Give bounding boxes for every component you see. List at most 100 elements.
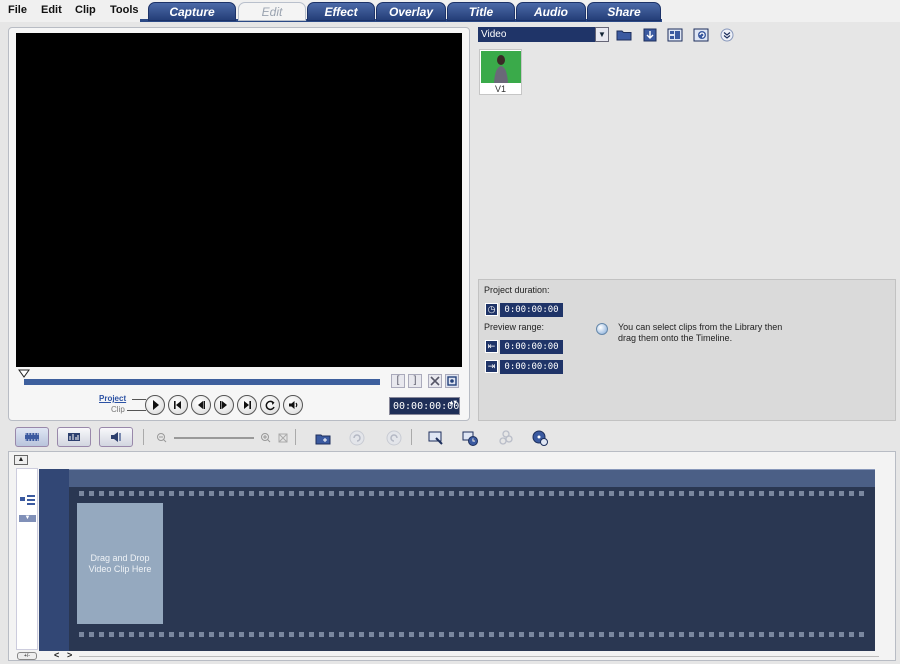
toolbar-separator (143, 429, 144, 445)
play-button[interactable] (145, 395, 165, 415)
mode-connector (127, 410, 146, 411)
tab-capture[interactable]: Capture (148, 2, 236, 21)
film-sprocket-top (79, 491, 869, 496)
audio-view-icon (111, 432, 121, 442)
repeat-icon (265, 400, 275, 411)
repeat-button[interactable] (260, 395, 280, 415)
clock-icon: ◷ (485, 303, 498, 316)
timeline-panel: ▲ ▼ ▲ Drag and Drop Video Clip Here +/- … (8, 451, 896, 661)
toolbar-separator (411, 429, 412, 445)
drop-zone-text: Drag and Drop Video Clip Here (88, 552, 152, 574)
play-icon (153, 400, 159, 410)
scrub-marker-icon[interactable] (18, 369, 30, 379)
previous-frame-icon (198, 401, 205, 409)
tab-overlay[interactable]: Overlay (376, 2, 446, 21)
hint-text: You can select clips from the Library th… (618, 322, 783, 343)
fit-project-icon[interactable] (274, 429, 292, 447)
previous-frame-button[interactable] (191, 395, 211, 415)
smart-proxy-icon[interactable] (427, 429, 445, 447)
library-manager-icon[interactable] (666, 26, 684, 44)
range-end-icon: ⇥ (485, 360, 498, 373)
zoom-in-icon[interactable] (257, 429, 275, 447)
storyboard-view-icon (25, 433, 39, 441)
mark-in-button[interactable]: [ (391, 374, 405, 388)
chapter-point-icon[interactable] (461, 429, 479, 447)
timeline-zoom-button[interactable]: +/- (17, 652, 37, 660)
end-button[interactable] (237, 395, 257, 415)
home-button[interactable] (168, 395, 188, 415)
tab-effect[interactable]: Effect (307, 2, 375, 21)
person-silhouette-icon (494, 55, 508, 83)
insert-media-icon[interactable] (314, 429, 332, 447)
film-sprocket-bottom (79, 632, 869, 637)
timeline-toolbar (0, 427, 900, 449)
tab-share[interactable]: Share (587, 2, 661, 21)
menu-tools[interactable]: Tools (110, 4, 139, 16)
mode-project[interactable]: Project (99, 394, 126, 403)
scroll-track[interactable] (79, 656, 879, 657)
range-start-value: 0:00:00:00 (500, 340, 563, 354)
tab-audio[interactable]: Audio (516, 2, 586, 21)
audio-view-button[interactable] (99, 427, 133, 447)
volume-icon (289, 401, 298, 409)
clip-thumbnail-image (481, 51, 521, 83)
redo-icon[interactable] (385, 429, 403, 447)
timecode-display[interactable]: 00:00:00:00 ▲▼ (389, 397, 460, 415)
timeline-left-column (39, 469, 69, 651)
undo-icon[interactable] (348, 429, 366, 447)
zoom-slider[interactable] (174, 437, 254, 439)
cut-clip-button[interactable] (428, 374, 442, 388)
project-duration-value: 0:00:00:00 (500, 303, 563, 317)
timeline-track-area[interactable]: ▲ Drag and Drop Video Clip Here (39, 469, 875, 651)
video-drop-zone[interactable]: Drag and Drop Video Clip Here (77, 503, 163, 624)
mode-clip[interactable]: Clip (111, 405, 125, 414)
project-duration-label: Project duration: (484, 285, 550, 295)
volume-button[interactable] (283, 395, 303, 415)
preview-range-label: Preview range: (484, 322, 545, 332)
library-thumbnail[interactable]: V1 (479, 49, 522, 95)
video-track-icon[interactable] (20, 494, 36, 506)
mode-connector (132, 399, 146, 400)
menu-clip[interactable]: Clip (75, 4, 96, 16)
menu-edit[interactable]: Edit (41, 4, 62, 16)
scissors-icon (430, 376, 440, 386)
video-track-header: ▼ (16, 468, 38, 650)
next-frame-button[interactable] (214, 395, 234, 415)
video-preview-screen (16, 33, 462, 367)
storyboard-view-button[interactable] (15, 427, 49, 447)
library-folder-value: Video (481, 29, 507, 40)
scrub-bar[interactable] (24, 379, 380, 385)
track-expand-button[interactable]: ▼ (19, 515, 36, 522)
thumbnail-label: V1 (494, 84, 506, 94)
fullscreen-button[interactable] (445, 374, 459, 388)
timeline-view-icon (68, 433, 80, 441)
scroll-right-icon[interactable]: > (67, 650, 72, 660)
open-folder-icon[interactable] (615, 26, 633, 44)
import-media-icon[interactable] (641, 26, 659, 44)
expand-options-icon[interactable] (718, 26, 736, 44)
go-to-start-icon (174, 401, 181, 409)
tab-edit[interactable]: Edit (238, 2, 306, 21)
burn-disc-icon[interactable] (531, 429, 549, 447)
timecode-spinner[interactable]: ▲▼ (450, 399, 457, 406)
timeline-scrollbar: +/- < > (17, 650, 887, 660)
preview-panel: [ ] Project Clip 00:00:00:00 ▲▼ (8, 27, 470, 421)
range-end-value: 0:00:00:00 (500, 360, 563, 374)
timeline-view-button[interactable] (57, 427, 91, 447)
menu-file[interactable]: File (8, 4, 27, 16)
dropdown-arrow-icon[interactable]: ▼ (595, 27, 609, 42)
timeline-eject-button[interactable]: ▲ (14, 455, 28, 465)
zoom-out-icon[interactable] (153, 429, 171, 447)
scroll-left-icon[interactable]: < (54, 650, 59, 660)
fullscreen-icon (447, 376, 457, 386)
tab-title[interactable]: Title (447, 2, 515, 21)
go-to-end-icon (244, 401, 251, 409)
mark-out-button[interactable]: ] (408, 374, 422, 388)
auto-music-icon[interactable] (497, 429, 515, 447)
library-folder-dropdown[interactable]: Video ▼ (478, 27, 609, 42)
project-info-panel: Project duration: ◷ 0:00:00:00 Preview r… (478, 279, 896, 421)
hint-bulb-icon (596, 323, 608, 335)
timeline-ruler[interactable]: ▲ (39, 469, 875, 487)
options-icon[interactable] (692, 26, 710, 44)
toolbar-separator (295, 429, 296, 445)
